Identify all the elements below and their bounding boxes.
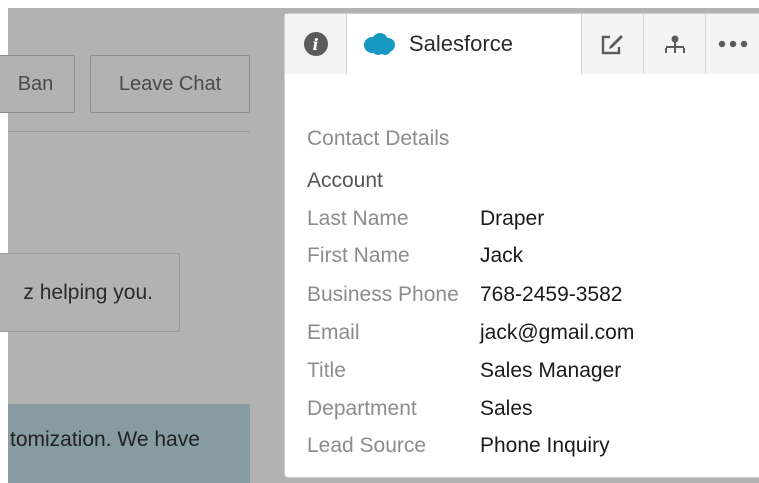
tab-salesforce-label: Salesforce (409, 31, 513, 56)
tab-info[interactable]: i (285, 14, 347, 74)
field-value: Draper (480, 207, 545, 230)
field-label: Email (307, 321, 360, 344)
edit-icon (601, 33, 624, 55)
panel-tabbar: i Salesforce (285, 14, 759, 75)
section-title: Contact Details (307, 127, 450, 150)
field-value: Sales Manager (480, 359, 622, 382)
field-value: Sales (480, 397, 533, 420)
field-label: Title (307, 359, 346, 382)
account-label: Account (307, 169, 383, 192)
tab-salesforce[interactable]: Salesforce (347, 14, 582, 75)
field-label: Lead Source (307, 434, 427, 457)
leave-chat-button[interactable]: Leave Chat (90, 55, 250, 113)
info-icon: i (303, 32, 328, 56)
chat-message-highlighted: tomization. We have (8, 404, 250, 483)
tab-org-chart[interactable] (644, 14, 706, 74)
more-icon (718, 40, 748, 48)
field-label: First Name (307, 244, 410, 267)
field-label: Department (307, 397, 417, 420)
tab-edit[interactable] (582, 14, 644, 74)
divider (8, 131, 250, 132)
field-value: 768-2459-3582 (480, 283, 623, 306)
field-value: jack@gmail.com (480, 321, 635, 344)
field-label: Last Name (307, 207, 409, 230)
ban-button[interactable]: Ban (0, 55, 75, 113)
field-value: Phone Inquiry (480, 434, 610, 457)
salesforce-panel: i Salesforce Contact Details Account Las… (284, 13, 759, 478)
field-label: Business Phone (307, 283, 459, 306)
field-value: Jack (480, 244, 524, 267)
chat-message: z helping you. (0, 253, 180, 332)
tab-more[interactable] (706, 14, 759, 74)
salesforce-cloud-icon (364, 33, 395, 55)
org-chart-icon (664, 35, 685, 53)
